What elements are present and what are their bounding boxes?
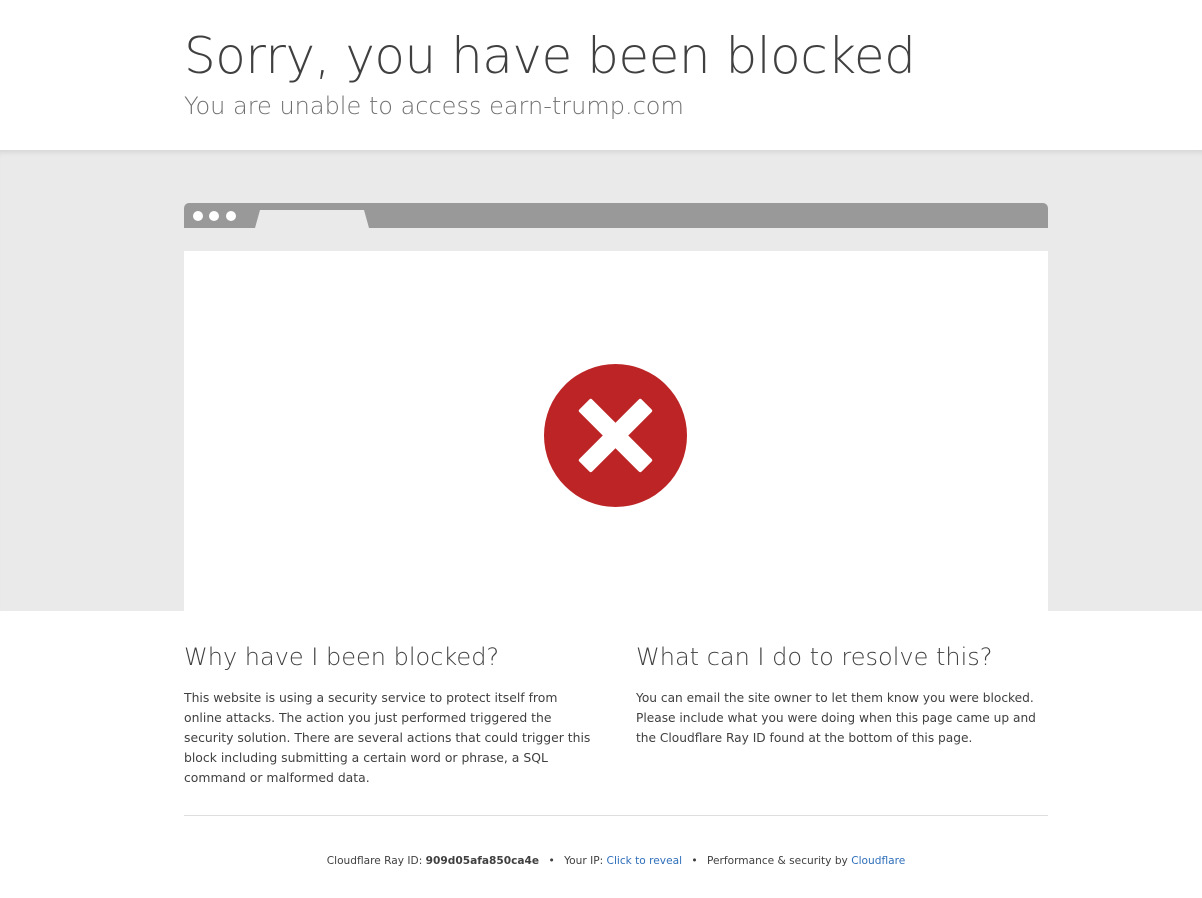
error-x-icon	[544, 364, 687, 507]
why-blocked-text: This website is using a security service…	[184, 690, 591, 785]
browser-window-bar	[184, 203, 1048, 228]
browser-tab-icon	[255, 210, 369, 228]
window-dot-icon	[209, 211, 219, 221]
window-dot-icon	[193, 211, 203, 221]
performance-label: Performance & security by	[707, 855, 852, 867]
ip-label: Your IP:	[564, 855, 607, 867]
page-title: Sorry, you have been blocked	[184, 27, 916, 85]
resolve-heading: What can I do to resolve this?	[636, 643, 993, 671]
resolve-section: What can I do to resolve this? You can e…	[636, 640, 1048, 748]
footer-separator: •	[691, 855, 698, 867]
ray-id-value: 909d05afa850ca4e	[425, 855, 540, 867]
why-blocked-heading: Why have I been blocked?	[184, 643, 500, 671]
footer-divider	[184, 815, 1048, 816]
footer-separator: •	[548, 855, 555, 867]
page-header: Sorry, you have been blocked You are una…	[0, 0, 1202, 150]
footer: Cloudflare Ray ID: 909d05afa850ca4e • Yo…	[184, 852, 1048, 870]
ray-id-label: Cloudflare Ray ID:	[326, 855, 426, 867]
window-dot-icon	[226, 211, 236, 221]
why-blocked-section: Why have I been blocked? This website is…	[184, 640, 596, 788]
page-subtitle: You are unable to access earn-trump.com	[184, 92, 684, 120]
reveal-ip-link[interactable]: Click to reveal	[607, 855, 682, 867]
resolve-text: You can email the site owner to let them…	[636, 691, 1036, 745]
cloudflare-link[interactable]: Cloudflare	[851, 855, 905, 867]
